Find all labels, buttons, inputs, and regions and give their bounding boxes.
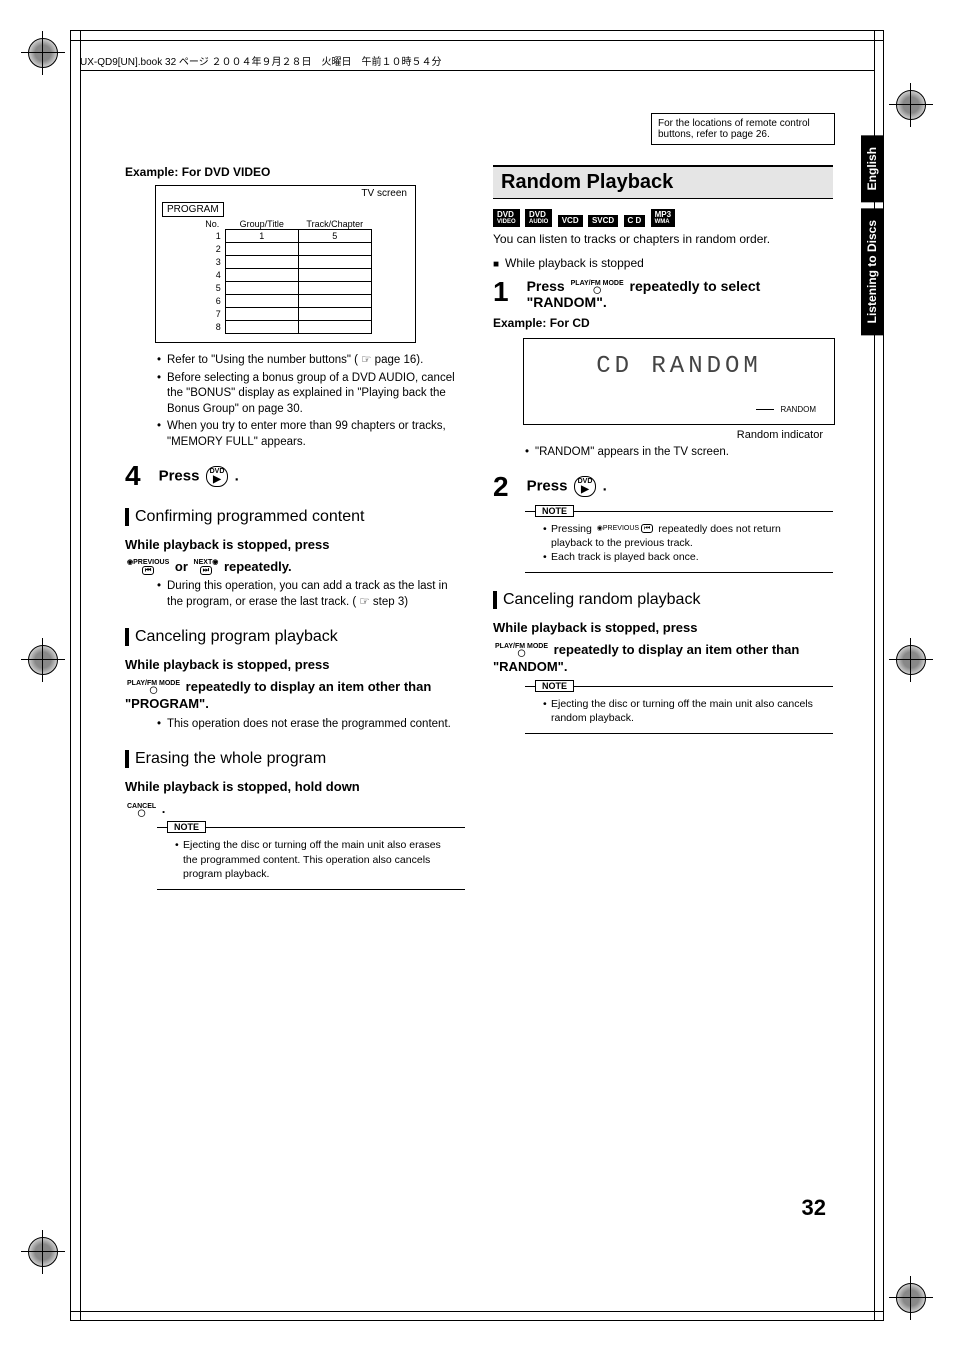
play-dvd-button-icon: DVD▶ [574,476,597,497]
section-banner: Random Playback [493,165,833,199]
badge-svcd: SVCD [588,215,618,227]
badge-dvd-audio: DVDAUDIO [525,209,552,227]
note-bullet: Each track is played back once. [543,550,825,564]
random-indicator: RANDOM [780,405,816,414]
subheading-cancel: Canceling program playback [125,628,465,646]
reg-mark-tr [896,90,926,120]
previous-button-icon: ◉PREVIOUS⏮ [127,559,169,575]
col-group: Group/Title [225,219,298,230]
tab-listening: Listening to Discs [861,208,883,335]
bold-line: PLAY/FM MODE◯ repeatedly to display an i… [493,641,833,676]
subheading-cancel-random: Canceling random playback [493,591,833,609]
bold-line: While playback is stopped, press [493,619,833,637]
bullet: During this operation, you can add a tra… [157,579,465,610]
bullet: Before selecting a bonus group of a DVD … [157,371,465,418]
bullets-2: During this operation, you can add a tra… [157,579,465,610]
bullet: This operation does not erase the progra… [157,717,465,733]
bold-line-2: ◉PREVIOUS⏮ or NEXT◉⏭ repeatedly. [125,558,465,576]
bold-line: CANCEL◯ . [125,800,465,818]
step-text: Press DVD▶ . [159,466,239,487]
step-number: 4 [125,462,141,490]
while-stopped: While playback is stopped [493,255,833,272]
badge-cd: C D [624,215,646,227]
play-mode-button-icon: PLAY/FM MODE◯ [127,680,180,694]
bold-line: PLAY/FM MODE◯ repeatedly to display an i… [125,678,465,713]
right-column: Random Playback DVDVIDEO DVDAUDIO VCD SV… [493,165,833,890]
step-text: Press DVD▶ . [527,476,607,497]
bullet: When you try to enter more than 99 chapt… [157,419,465,450]
play-mode-button-icon: PLAY/FM MODE◯ [495,643,548,657]
bullet: "RANDOM" appears in the TV screen. [525,445,833,461]
note-bullet: Ejecting the disc or turning off the mai… [175,838,457,881]
reg-mark-tl [28,38,58,68]
lcd-display: CD RANDOM RANDOM [523,338,835,425]
cancel-button-icon: CANCEL◯ [127,803,156,817]
badge-vcd: VCD [558,215,583,227]
step-2: 2 Press DVD▶ . [493,473,833,501]
book-header: UX-QD9[UN].book 32 ページ ２００４年９月２８日 火曜日 午前… [80,53,442,68]
play-mode-button-icon: PLAY/FM MODE◯ [571,280,624,294]
bullets-1: Refer to "Using the number buttons" ( ☞ … [157,353,465,450]
sidebar-tabs: English Listening to Discs [861,135,883,342]
bullets-tv: "RANDOM" appears in the TV screen. [525,445,833,461]
badge-dvd-video: DVDVIDEO [493,209,520,227]
next-button-icon: NEXT◉⏭ [194,559,219,575]
note-bullet: Pressing ◉PREVIOUS ⏮ repeatedly does not… [543,522,825,550]
header-rule [80,70,874,71]
example-cd-label: Example: For CD [493,316,833,330]
lcd-text: CD RANDOM [524,339,834,380]
reg-mark-br [896,1283,926,1313]
badge-mp3: MP3WMA [651,209,675,227]
caption: Random indicator [493,429,823,441]
bullets-3: This operation does not erase the progra… [157,717,465,733]
reg-mark-ml [28,645,58,675]
bold-line: While playback is stopped, press [125,536,465,554]
page-number: 32 [802,1195,826,1221]
bold-line: While playback is stopped, press [125,656,465,674]
disc-badges: DVDVIDEO DVDAUDIO VCD SVCD C D MP3WMA [493,209,833,227]
note-box: NOTE Ejecting the disc or turning off th… [157,827,465,890]
intro-text: You can listen to tracks or chapters in … [493,231,833,247]
step-number: 2 [493,473,509,501]
note-bullet: Ejecting the disc or turning off the mai… [543,697,825,725]
step-text: Press PLAY/FM MODE◯ repeatedly to select… [527,278,833,310]
program-title: PROGRAM [162,202,224,217]
bold-line: While playback is stopped, hold down [125,778,465,796]
reg-mark-bl [28,1237,58,1267]
crop-line [70,40,884,41]
crop-line [70,1311,884,1312]
previous-button-icon: ◉PREVIOUS ⏮ [597,524,654,533]
info-box: For the locations of remote control butt… [651,113,835,145]
reg-mark-mr [896,645,926,675]
note-label: NOTE [535,505,574,517]
col-no: No. [199,219,225,230]
note-box-3: NOTE Ejecting the disc or turning off th… [525,686,833,734]
program-table: No. Group/Title Track/Chapter 115 2 3 4 … [199,219,372,334]
tv-screen: TV screen PROGRAM No. Group/Title Track/… [155,185,416,343]
subheading-confirm: Confirming programmed content [125,508,465,526]
tv-label: TV screen [158,188,413,201]
col-track: Track/Chapter [298,219,371,230]
tab-english: English [861,135,883,202]
step-4: 4 Press DVD▶ . [125,462,465,490]
step-1: 1 Press PLAY/FM MODE◯ repeatedly to sele… [493,278,833,310]
note-label: NOTE [167,821,206,833]
step-number: 1 [493,278,509,306]
note-box-2: NOTE Pressing ◉PREVIOUS ⏮ repeatedly doe… [525,511,833,574]
note-label: NOTE [535,680,574,692]
example-label: Example: For DVD VIDEO [125,165,465,179]
play-dvd-button-icon: DVD▶ [206,466,229,487]
left-column: Example: For DVD VIDEO TV screen PROGRAM… [125,165,465,890]
crop-line [80,30,81,1321]
subheading-erase: Erasing the whole program [125,750,465,768]
bullet: Refer to "Using the number buttons" ( ☞ … [157,353,465,369]
